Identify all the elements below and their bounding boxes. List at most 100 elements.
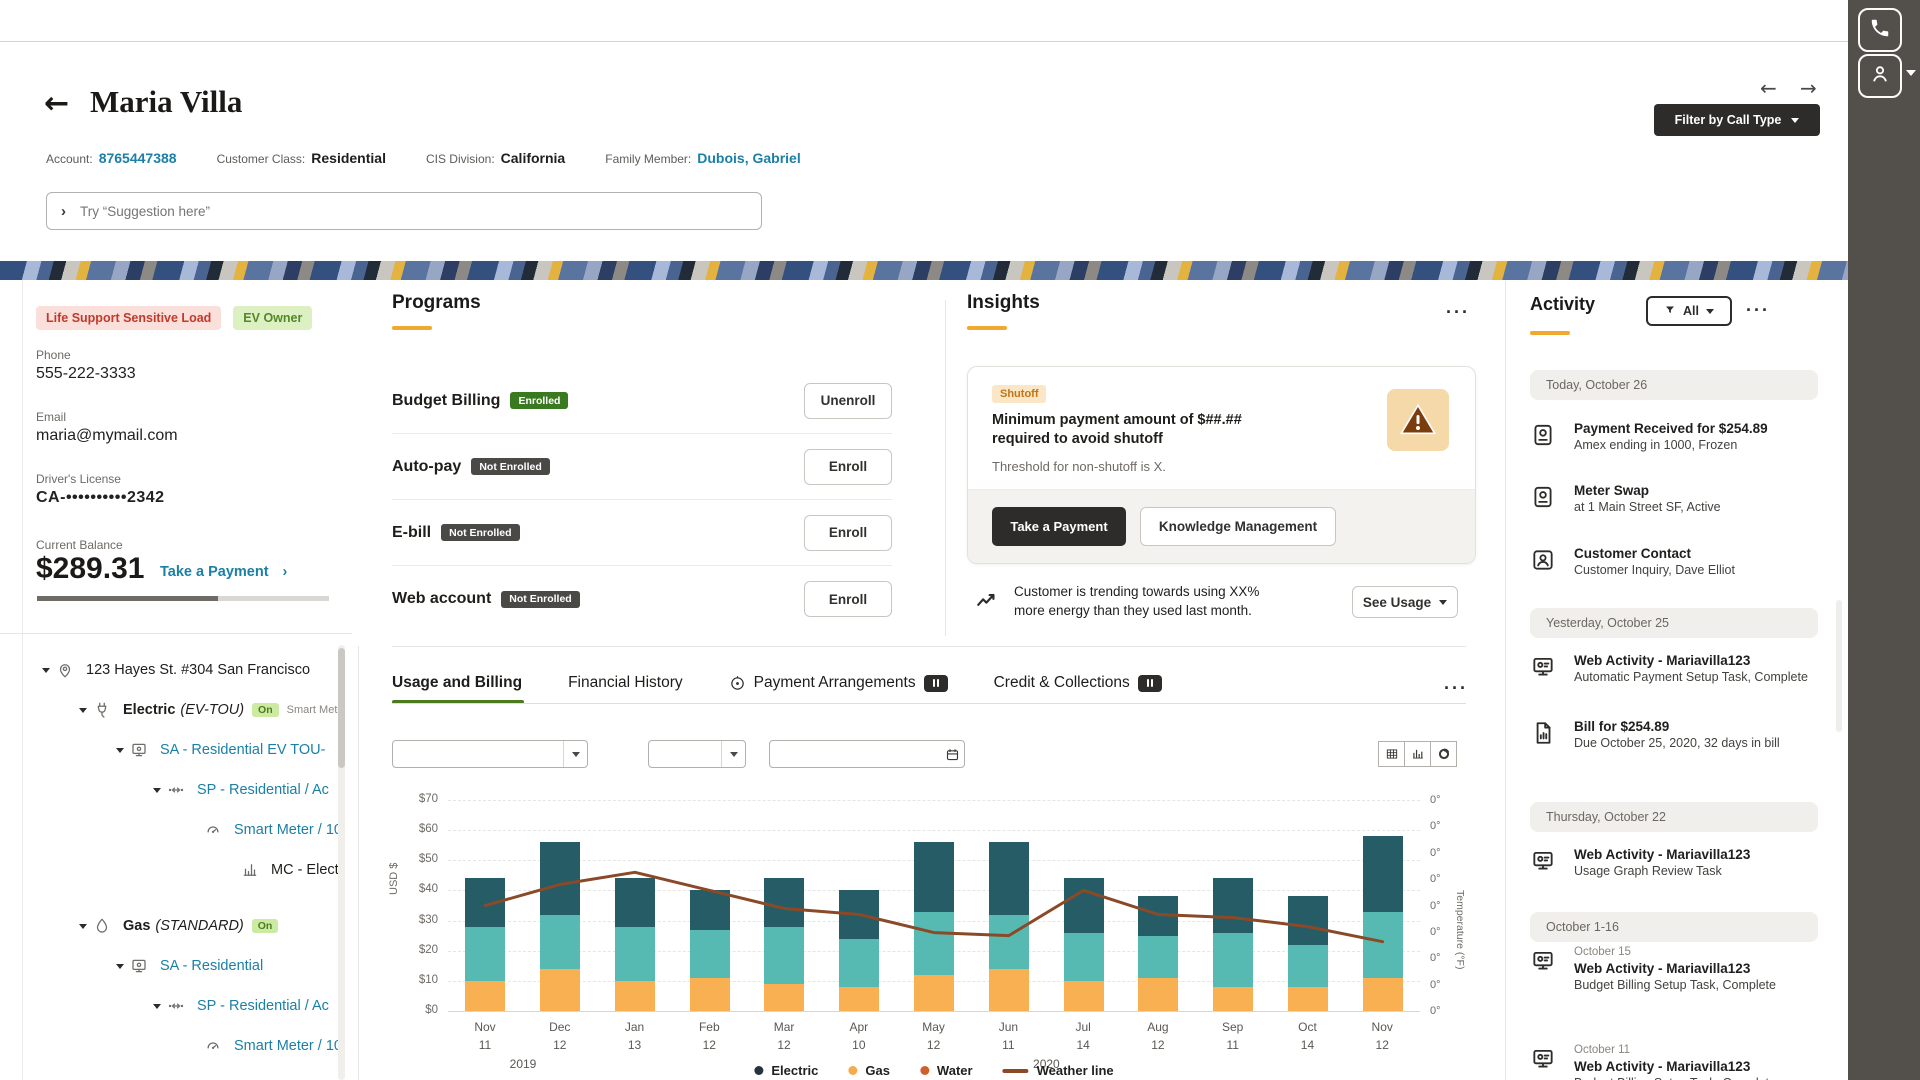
tab-financial-history[interactable]: Financial History [568, 674, 683, 692]
tree-node-electric[interactable]: Electric(EV-TOU)OnSmart Meter [0, 690, 340, 730]
see-usage-button[interactable]: See Usage [1352, 586, 1458, 618]
usage-date-input[interactable] [769, 740, 965, 768]
activity-accent-bar [1530, 331, 1570, 335]
activity-item[interactable]: Bill for $254.89Due October 25, 2020, 32… [1530, 718, 1818, 752]
activity-item[interactable]: October 15Web Activity - Mariavilla123Bu… [1530, 946, 1818, 994]
program-row: E-billNot EnrolledEnroll [392, 500, 892, 566]
enrollment-badge: Not Enrolled [471, 458, 549, 475]
activity-item[interactable]: Customer ContactCustomer Inquiry, Dave E… [1530, 545, 1818, 579]
program-label: E-bill [392, 524, 431, 542]
tab-credit-collections[interactable]: Credit & Collections [994, 674, 1162, 692]
activity-item-title: Web Activity - Mariavilla123 [1574, 652, 1808, 669]
field-label: Account: [46, 152, 93, 166]
programs-accent-bar [392, 326, 432, 330]
tree-node-sa-residential-ev-tou[interactable]: SA - Residential EV TOU- [0, 730, 340, 770]
field-value[interactable]: 8765447388 [99, 150, 177, 166]
current-balance-value: $289.31 [36, 552, 144, 586]
program-row: Web accountNot EnrolledEnroll [392, 566, 892, 632]
tree-node-123-hayes-st-304-san-francisco[interactable]: 123 Hayes St. #304 San Francisco [0, 650, 340, 690]
activity-item[interactable]: Web Activity - Mariavilla123Usage Graph … [1530, 846, 1818, 880]
chevron-down-icon [1791, 118, 1799, 123]
enroll-button[interactable]: Enroll [804, 515, 892, 551]
x-tick-day: 14 [1270, 1038, 1344, 1052]
activity-overflow-menu[interactable]: ··· [1746, 300, 1770, 321]
legend-item-electric: Electric [754, 1063, 818, 1078]
field-value[interactable]: Dubois, Gabriel [697, 150, 800, 166]
y-tick-label: $70 [384, 793, 438, 805]
tree-node-suffix: (EV-TOU) [180, 702, 244, 718]
agent-profile-button[interactable] [1858, 54, 1902, 98]
x-tick-day: 12 [897, 1038, 971, 1052]
take-a-payment-button[interactable]: Take a Payment [992, 507, 1126, 546]
x-tick-day: 12 [523, 1038, 597, 1052]
tree-caret-icon[interactable] [73, 708, 93, 713]
account-field-3: Family Member:Dubois, Gabriel [605, 150, 800, 168]
x-tick-year: 2019 [486, 1057, 560, 1071]
tree-node-smart-meter-10[interactable]: Smart Meter / 10 [0, 810, 340, 850]
tree-node-label: SP - Residential / Ac [197, 782, 329, 798]
tree-caret-icon[interactable] [110, 964, 130, 969]
activity-filter-dropdown[interactable]: All [1646, 296, 1732, 326]
insights-overflow-menu[interactable]: ··· [1446, 302, 1470, 323]
tree-node-sa-residential[interactable]: SA - Residential [0, 946, 340, 986]
bar-chart-view-button[interactable] [1404, 741, 1431, 767]
nav-forward-icon[interactable]: → [1800, 76, 1817, 100]
tree-node-smart-meter-10[interactable]: Smart Meter / 10 [0, 1026, 340, 1066]
activity-item-title: Web Activity - Mariavilla123 [1574, 960, 1776, 977]
plug-icon [93, 701, 119, 719]
enroll-button[interactable]: Enroll [804, 581, 892, 617]
tree-caret-icon[interactable] [147, 1004, 167, 1009]
chevron-right-icon: › [61, 203, 66, 220]
take-a-payment-link[interactable]: Take a Payment› [160, 564, 287, 580]
tree-scrollbar-thumb[interactable] [338, 648, 345, 768]
nav-back-icon[interactable]: ← [1760, 76, 1777, 100]
activity-item-text: Payment Received for $254.89Amex ending … [1574, 420, 1768, 454]
tree-caret-icon[interactable] [147, 788, 167, 793]
knowledge-management-button[interactable]: Knowledge Management [1140, 507, 1336, 546]
tree-caret-icon[interactable] [36, 668, 56, 673]
tree-node-gas[interactable]: Gas(STANDARD)On [0, 906, 340, 946]
activity-item[interactable]: Payment Received for $254.89Amex ending … [1530, 420, 1818, 454]
activity-item[interactable]: Meter Swapat 1 Main Street SF, Active [1530, 482, 1818, 516]
tree-caret-icon[interactable] [73, 924, 93, 929]
enroll-button[interactable]: Enroll [804, 449, 892, 485]
back-button[interactable]: ← [44, 86, 69, 121]
right-tick-label: 0° [1430, 1005, 1441, 1017]
phone-call-button[interactable] [1858, 8, 1902, 52]
activity-scrollbar-thumb[interactable] [1836, 600, 1842, 732]
usage-filter-select-2[interactable] [648, 740, 746, 768]
x-tick-day: 12 [747, 1038, 821, 1052]
activity-date-pill: Today, October 26 [1530, 370, 1818, 400]
x-tick-month: Jan [598, 1020, 672, 1034]
tree-node-mc-electric[interactable]: MC - Electric [0, 850, 340, 890]
activity-item-subtitle: at 1 Main Street SF, Active [1574, 499, 1721, 516]
service-icon [130, 741, 156, 759]
suggestion-box[interactable]: › [46, 192, 762, 230]
tree-node-sp-residential-ac[interactable]: SP - Residential / Ac [0, 770, 340, 810]
tabs-overflow-menu[interactable]: ··· [1444, 678, 1468, 699]
activity-item[interactable]: Web Activity - Mariavilla123Automatic Pa… [1530, 652, 1818, 686]
profile-caret-icon[interactable] [1906, 70, 1916, 76]
table-view-button[interactable] [1378, 741, 1405, 767]
right-tick-label: 0° [1430, 794, 1441, 806]
activity-item-text: Customer ContactCustomer Inquiry, Dave E… [1574, 545, 1735, 579]
x-tick-day: 14 [1046, 1038, 1120, 1052]
tab-payment-arrangements[interactable]: Payment Arrangements [729, 674, 948, 692]
activity-item[interactable]: October 11Web Activity - Mariavilla123Bu… [1530, 1044, 1818, 1080]
tree-node-sp-residential-ac[interactable]: SP - Residential / Ac [0, 986, 340, 1026]
field-label: CIS Division: [426, 152, 495, 166]
tab-label: Credit & Collections [994, 674, 1130, 692]
tree-caret-icon[interactable] [110, 748, 130, 753]
usage-filter-select-1[interactable] [392, 740, 588, 768]
x-tick-day: 10 [822, 1038, 896, 1052]
unenroll-button[interactable]: Unenroll [804, 383, 892, 419]
detail-tabs: Usage and Billing Financial History Paymen… [392, 674, 1162, 692]
filter-by-call-type-button[interactable]: Filter by Call Type [1654, 104, 1820, 136]
y-tick-label: $50 [384, 853, 438, 865]
suggestion-input[interactable] [80, 204, 747, 219]
contact-value: maria@mymail.com [36, 427, 178, 445]
panel-badge-icon [1138, 675, 1162, 692]
activity-item-title: Customer Contact [1574, 545, 1735, 562]
tab-usage-and-billing[interactable]: Usage and Billing [392, 674, 522, 692]
donut-chart-view-button[interactable] [1430, 741, 1457, 767]
